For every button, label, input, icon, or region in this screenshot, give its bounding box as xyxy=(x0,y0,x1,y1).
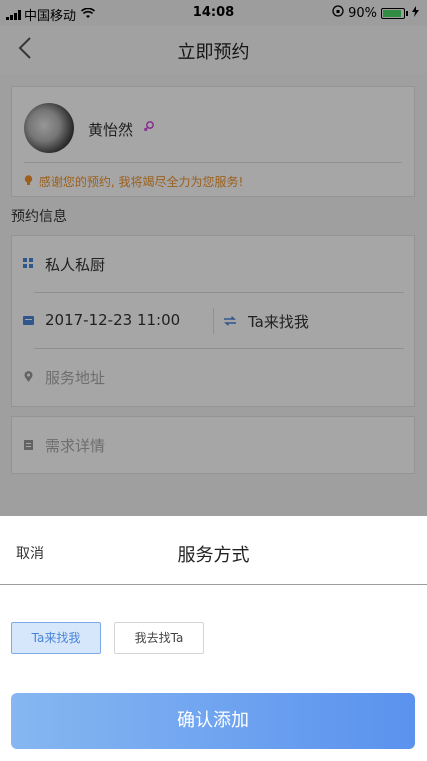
modal-overlay[interactable] xyxy=(0,0,427,516)
sheet-title: 服务方式 xyxy=(177,545,250,566)
service-mode-sheet: 取消 服务方式 Ta来找我 我去找Ta 确认添加 xyxy=(0,516,427,761)
sheet-divider xyxy=(0,584,427,585)
option-ta-comes-to-me[interactable]: Ta来找我 xyxy=(11,622,101,654)
option-i-go-to-ta[interactable]: 我去找Ta xyxy=(114,622,204,654)
confirm-add-button[interactable]: 确认添加 xyxy=(11,693,415,749)
